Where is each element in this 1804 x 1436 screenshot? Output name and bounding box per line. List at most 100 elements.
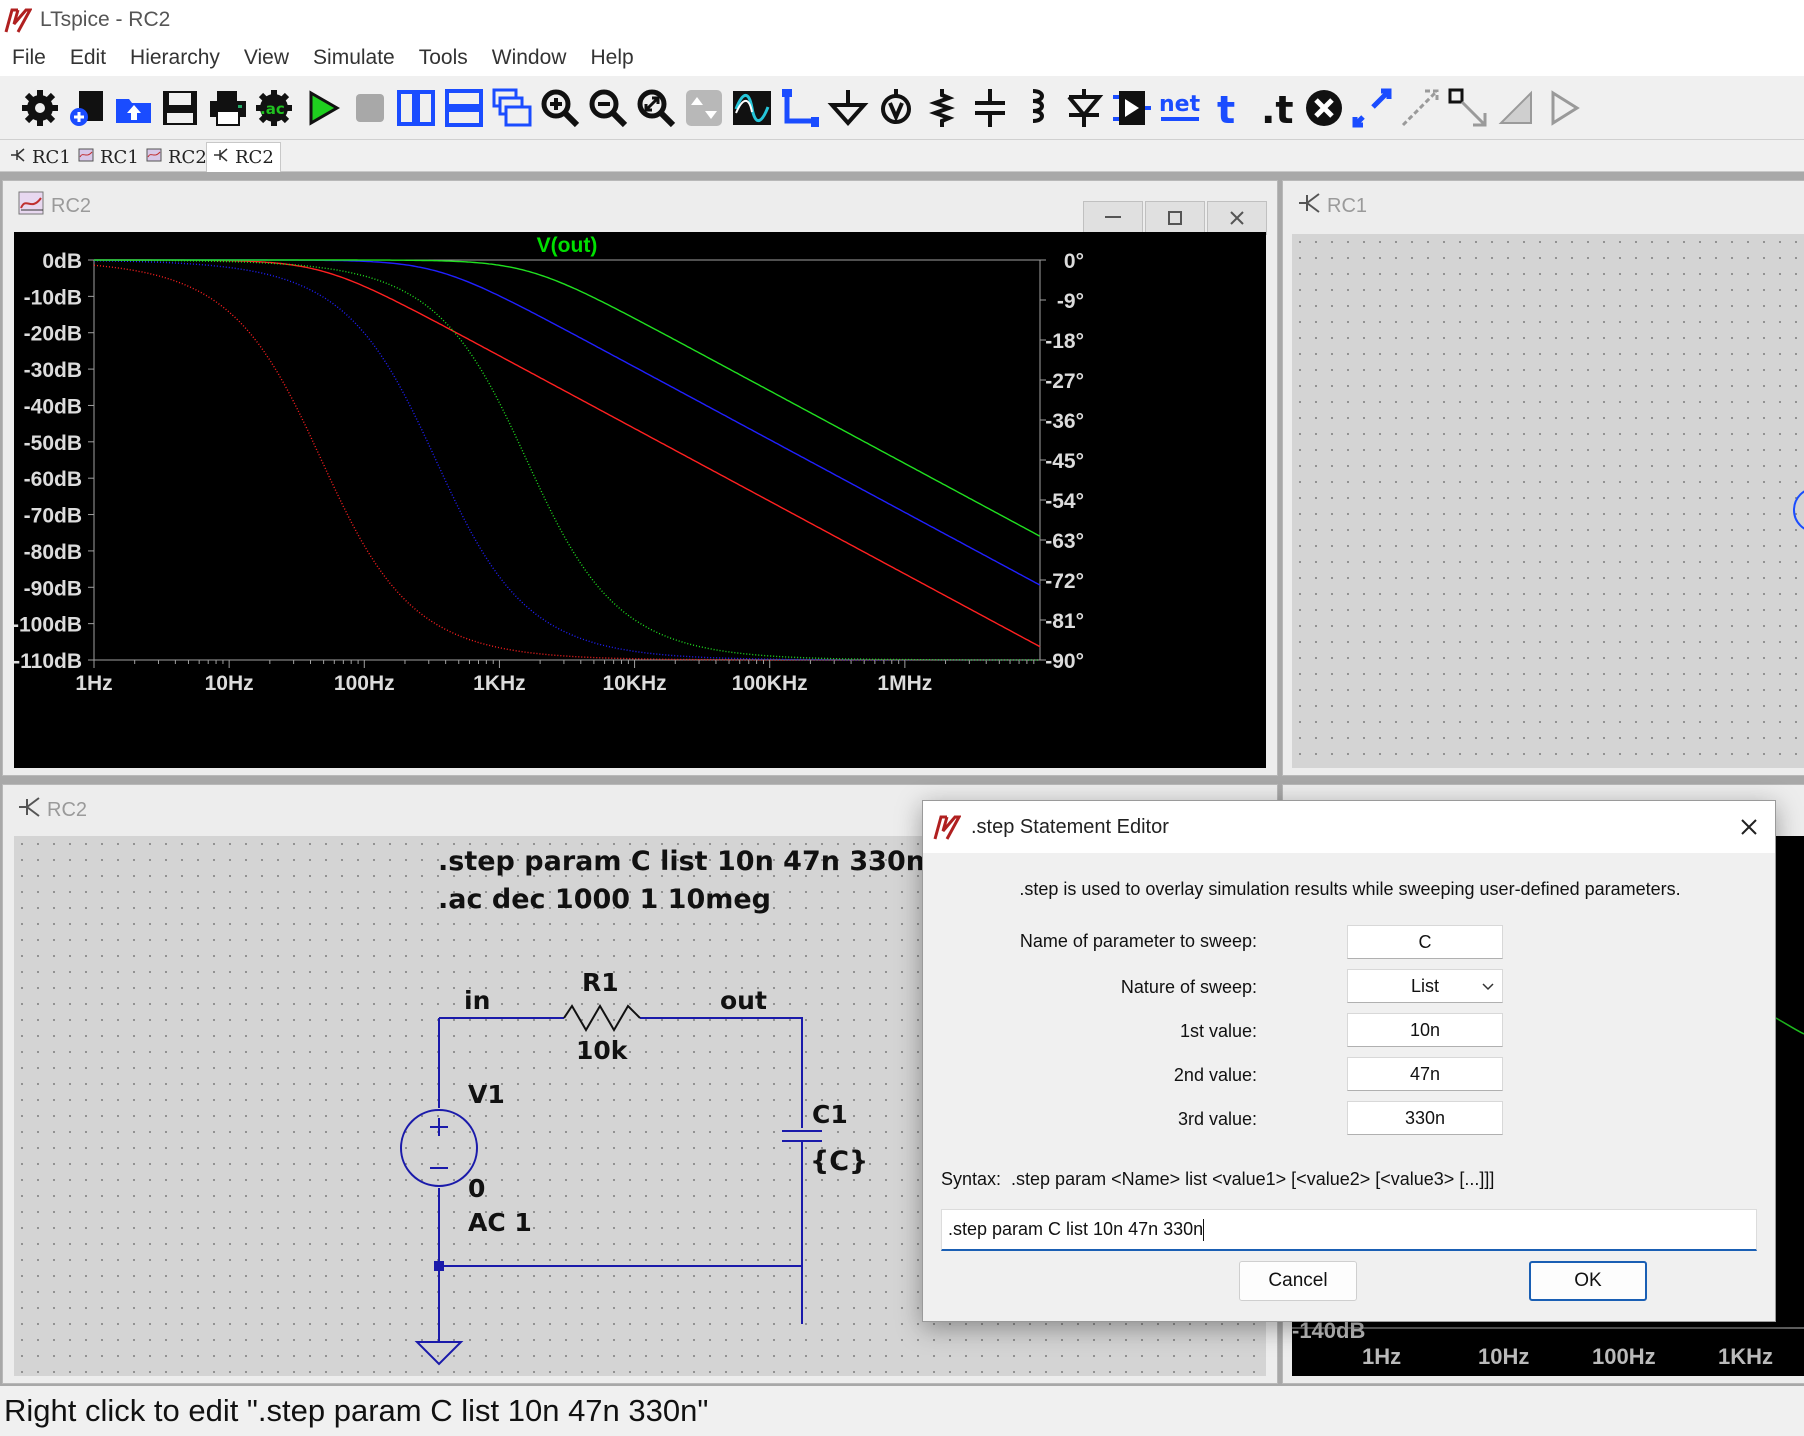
r1-value[interactable]: 10k — [576, 1036, 627, 1065]
stop-icon[interactable] — [346, 84, 394, 132]
net-label-out[interactable]: out — [720, 986, 767, 1015]
ok-button[interactable]: OK — [1529, 1261, 1647, 1301]
save-icon[interactable] — [156, 84, 204, 132]
autorange-icon[interactable] — [680, 84, 728, 132]
cancel-button[interactable]: Cancel — [1239, 1261, 1357, 1301]
third-value-input[interactable]: 330n — [1347, 1101, 1503, 1135]
second-value-input[interactable]: 47n — [1347, 1057, 1503, 1091]
svg-text:t: t — [1217, 88, 1235, 129]
step-directive-text[interactable]: .step param C list 10n 47n 330n — [438, 846, 925, 877]
schematic-window-title: RC2 — [47, 798, 88, 821]
x-tick-label: 100KHz — [732, 672, 808, 695]
chevron-down-icon — [1482, 983, 1494, 991]
text-caret — [1203, 1218, 1205, 1241]
close-icon[interactable] — [1739, 817, 1759, 837]
rc1-schematic-canvas[interactable] — [1292, 234, 1804, 768]
menu-simulate[interactable]: Simulate — [301, 46, 407, 70]
y-tick-label-right: 0° — [1064, 250, 1084, 273]
voltage-probe-icon[interactable] — [872, 84, 920, 132]
maximize-button[interactable] — [1145, 201, 1205, 235]
dialog-titlebar[interactable]: .step Statement Editor — [923, 801, 1775, 853]
syntax-hint: Syntax: .step param <Name> list <value1>… — [941, 1169, 1495, 1189]
close-button[interactable] — [1207, 201, 1267, 235]
y-tick-label-left: -80dB — [24, 541, 82, 564]
menu-edit[interactable]: Edit — [58, 46, 118, 70]
rc1-window-titlebar[interactable]: RC1 — [1283, 181, 1804, 231]
trace-title: V(out) — [537, 234, 598, 257]
menu-file[interactable]: File — [0, 46, 58, 70]
svg-text:net: net — [1159, 92, 1201, 117]
ac-directive-text[interactable]: .ac dec 1000 1 10meg — [438, 884, 771, 915]
component-icon[interactable] — [1108, 84, 1156, 132]
inductor-icon[interactable] — [1014, 84, 1062, 132]
settings-icon[interactable] — [16, 84, 64, 132]
diode-icon[interactable] — [1060, 84, 1108, 132]
duplicate-icon[interactable] — [1348, 84, 1396, 132]
step-command-input[interactable]: .step param C list 10n 47n 330n — [941, 1209, 1757, 1251]
menu-view[interactable]: View — [232, 46, 301, 70]
y-tick-label-left: 0dB — [42, 250, 82, 273]
c1-name[interactable]: C1 — [812, 1100, 848, 1129]
spice-directive-icon[interactable]: .t — [1252, 84, 1300, 132]
print-icon[interactable] — [204, 84, 252, 132]
schematic-icon — [213, 147, 229, 168]
waveform-icon[interactable] — [728, 84, 776, 132]
capacitor-icon[interactable] — [966, 84, 1014, 132]
zoom-out-icon[interactable] — [584, 84, 632, 132]
menu-window[interactable]: Window — [480, 46, 579, 70]
run-icon[interactable] — [298, 84, 346, 132]
delete-icon[interactable] — [1300, 84, 1348, 132]
ac-analysis-icon[interactable]: .ac — [250, 84, 298, 132]
open-icon[interactable] — [110, 84, 158, 132]
status-bar: Right click to edit ".step param C list … — [0, 1386, 1804, 1436]
first-value-input[interactable]: 10n — [1347, 1013, 1503, 1047]
netlabel-icon[interactable]: net — [1156, 84, 1204, 132]
menu-help[interactable]: Help — [578, 46, 645, 70]
step-editor-dialog: .step Statement Editor .step is used to … — [922, 800, 1776, 1322]
menu-tools[interactable]: Tools — [407, 46, 480, 70]
tile-vertical-icon[interactable] — [392, 84, 440, 132]
c1-value[interactable]: {C} — [810, 1146, 868, 1177]
v1-dc-value[interactable]: 0 — [468, 1174, 485, 1203]
tab-rc1-schematic[interactable]: RC1 — [4, 142, 77, 172]
tab-rc2-waveform[interactable]: RC2 — [140, 142, 213, 172]
param-name-input[interactable]: C — [1347, 925, 1503, 959]
zoom-fit-icon[interactable] — [632, 84, 680, 132]
new-schematic-icon[interactable] — [64, 84, 112, 132]
tile-horizontal-icon[interactable] — [440, 84, 488, 132]
cascade-icon[interactable] — [488, 84, 536, 132]
dialog-description: .step is used to overlay simulation resu… — [1019, 879, 1681, 899]
tab-rc1-waveform[interactable]: RC1 — [72, 142, 145, 172]
x-tick-label: 10Hz — [205, 672, 254, 695]
document-tabs: RC1 RC1 RC2 RC2 — [0, 140, 1804, 172]
magnitude-trace — [94, 259, 1041, 648]
y-tick-label-left: -30dB — [24, 359, 82, 382]
move-icon[interactable] — [1396, 84, 1444, 132]
zoom-in-icon[interactable] — [536, 84, 584, 132]
y-tick-label-left: -110dB — [14, 650, 82, 673]
resistor-icon[interactable] — [918, 84, 966, 132]
minimize-button[interactable] — [1083, 201, 1143, 235]
param-name-label: Name of parameter to sweep: — [1019, 931, 1257, 951]
redo-icon[interactable] — [1540, 84, 1588, 132]
ltspice-logo-icon — [4, 8, 32, 33]
tab-rc2-schematic[interactable]: RC2 — [206, 142, 281, 172]
wire-icon[interactable] — [776, 84, 824, 132]
title-bar: LTspice - RC2 — [0, 0, 1804, 40]
undo-icon[interactable] — [1492, 84, 1540, 132]
svg-text:.ac: .ac — [260, 100, 285, 118]
menu-hierarchy[interactable]: Hierarchy — [118, 46, 232, 70]
bode-plot[interactable]: V(out) 0dB -10dB -20dB -30dB -40dB -50dB -60dB -… — [12, 232, 1266, 768]
sweep-nature-select[interactable]: List — [1347, 969, 1503, 1003]
r1-name[interactable]: R1 — [582, 968, 619, 997]
text-icon[interactable]: t — [1204, 84, 1252, 132]
v1-name[interactable]: V1 — [468, 1080, 505, 1109]
v1-ac-value[interactable]: AC 1 — [468, 1208, 532, 1237]
y-tick-label-right: -72° — [1045, 570, 1084, 593]
partial-x-tick: 1KHz — [1718, 1344, 1774, 1369]
schematic-icon — [1297, 191, 1321, 221]
y-tick-label-right: -18° — [1045, 330, 1084, 353]
net-label-in[interactable]: in — [464, 986, 490, 1015]
ground-icon[interactable] — [824, 84, 872, 132]
drag-icon[interactable] — [1444, 84, 1492, 132]
